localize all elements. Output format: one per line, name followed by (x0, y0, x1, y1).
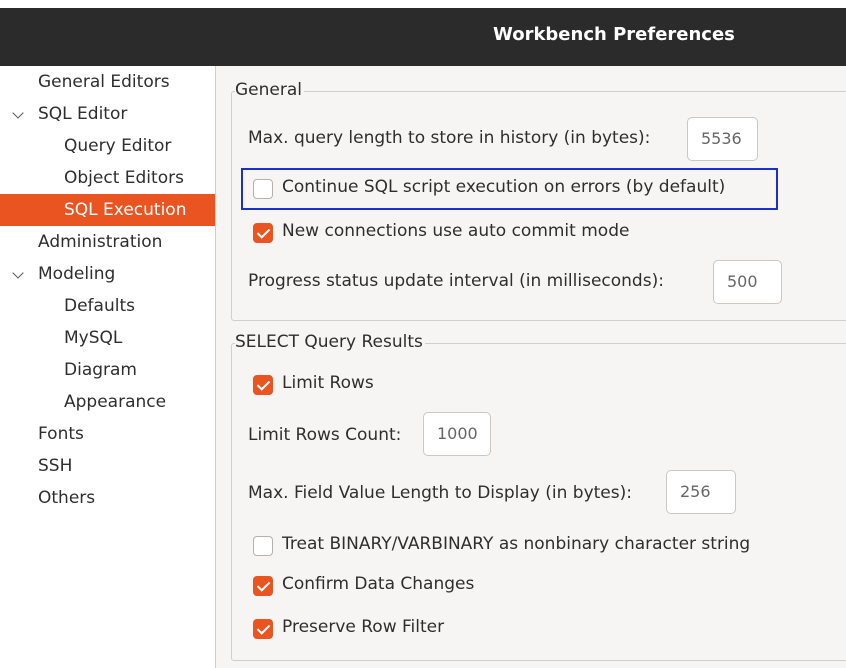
sidebar-item-sql-execution[interactable]: SQL Execution (0, 194, 215, 226)
sidebar-item-defaults[interactable]: Defaults (0, 290, 215, 322)
progress-interval-label: Progress status update interval (in mill… (248, 271, 664, 291)
sidebar-item-label: SQL Editor (38, 104, 128, 124)
sidebar-item-modeling[interactable]: Modeling (0, 258, 215, 290)
sidebar-item-label: Others (38, 488, 96, 508)
sidebar-item-label: Administration (38, 232, 163, 252)
auto-commit-label[interactable]: New connections use auto commit mode (282, 221, 629, 241)
chevron-down-icon[interactable] (12, 107, 24, 119)
sidebar-item-label: Modeling (38, 264, 116, 284)
sidebar-item-general-editors[interactable]: General Editors (0, 66, 215, 98)
limit-rows-count-field[interactable]: 1000 (423, 412, 491, 456)
sidebar-item-administration[interactable]: Administration (0, 226, 215, 258)
window-title: Workbench Preferences (493, 24, 735, 45)
confirm-changes-label[interactable]: Confirm Data Changes (282, 574, 474, 594)
sidebar-item-diagram[interactable]: Diagram (0, 354, 215, 386)
sidebar-item-query-editor[interactable]: Query Editor (0, 130, 215, 162)
progress-interval-field[interactable]: 500 (713, 260, 782, 304)
max-query-length-field[interactable]: 5536 (687, 117, 758, 161)
sidebar-item-ssh[interactable]: SSH (0, 450, 215, 482)
limit-rows-label[interactable]: Limit Rows (282, 373, 374, 393)
chevron-down-icon[interactable] (12, 267, 24, 279)
sidebar-item-label: MySQL (64, 328, 123, 348)
sidebar-item-label: SSH (38, 456, 73, 476)
treat-binary-label[interactable]: Treat BINARY/VARBINARY as nonbinary char… (282, 534, 750, 554)
preserve-filter-checkbox[interactable] (253, 619, 273, 639)
max-field-length-label: Max. Field Value Length to Display (in b… (248, 483, 632, 503)
limit-rows-count-label: Limit Rows Count: (248, 425, 402, 445)
sidebar-item-others[interactable]: Others (0, 482, 215, 514)
sidebar-item-label: Fonts (38, 424, 84, 444)
sidebar-item-mysql[interactable]: MySQL (0, 322, 215, 354)
sidebar-item-label: General Editors (38, 72, 170, 92)
sidebar-item-label: Diagram (64, 360, 137, 380)
auto-commit-checkbox[interactable] (253, 223, 273, 243)
sidebar-item-label: SQL Execution (64, 200, 187, 220)
sidebar-item-object-editors[interactable]: Object Editors (0, 162, 215, 194)
max-field-length-field[interactable]: 256 (666, 470, 736, 514)
continue-on-errors-checkbox[interactable] (253, 179, 273, 199)
preserve-filter-label[interactable]: Preserve Row Filter (282, 617, 444, 637)
treat-binary-checkbox[interactable] (253, 536, 273, 556)
continue-on-errors-label[interactable]: Continue SQL script execution on errors … (282, 177, 725, 197)
confirm-changes-checkbox[interactable] (253, 576, 273, 596)
sidebar-item-label: Appearance (64, 392, 167, 412)
limit-rows-checkbox[interactable] (253, 375, 273, 395)
sidebar-item-label: Defaults (64, 296, 135, 316)
preferences-sidebar: General Editors SQL Editor Query Editor … (0, 66, 216, 668)
sidebar-item-fonts[interactable]: Fonts (0, 418, 215, 450)
sidebar-item-label: Query Editor (64, 136, 172, 156)
sidebar-item-label: Object Editors (64, 168, 184, 188)
select-results-group-title: SELECT Query Results (235, 332, 425, 352)
max-query-length-label: Max. query length to store in history (i… (248, 128, 651, 148)
general-group-title: General (235, 80, 304, 100)
sidebar-item-sql-editor[interactable]: SQL Editor (0, 98, 215, 130)
window-titlebar: Workbench Preferences (0, 0, 846, 66)
sidebar-item-appearance[interactable]: Appearance (0, 386, 215, 418)
